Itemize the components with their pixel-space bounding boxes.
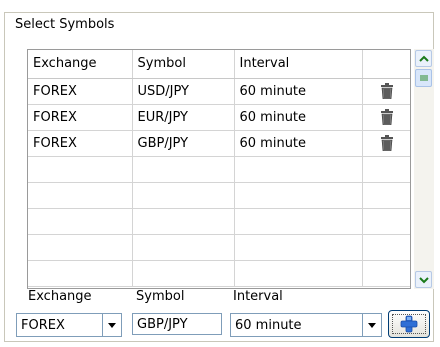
empty-row [28,208,410,235]
cell-exchange: FOREX [28,78,133,105]
exchange-label: Exchange [28,289,92,304]
header-interval[interactable]: Interval [234,50,363,79]
trash-icon[interactable] [380,83,394,99]
caret-down-icon [108,322,116,328]
cell-interval: 60 minute [234,104,363,131]
cell-exchange: FOREX [28,130,133,157]
header-exchange[interactable]: Exchange [28,50,133,79]
add-button-focus [392,314,426,334]
vertical-scrollbar[interactable] [414,49,434,289]
cell-symbol: EUR/JPY [132,104,235,131]
grip-icon [419,75,428,81]
scroll-thumb[interactable] [415,69,432,87]
plus-icon [400,315,418,333]
caret-down-icon [368,322,376,328]
interval-label: Interval [233,289,283,304]
group-title: Select Symbols [13,17,117,33]
empty-row [28,260,410,287]
header-actions [362,50,410,79]
symbol-input[interactable]: GBP/JPY [132,313,222,335]
empty-row [28,234,410,261]
interval-select[interactable]: 60 minute [230,313,382,337]
add-symbol-button[interactable] [388,310,430,338]
exchange-dropdown-button[interactable] [102,314,121,336]
scroll-up-button[interactable] [415,50,432,67]
cell-symbol: GBP/JPY [132,130,235,157]
chevron-down-icon [418,276,429,283]
exchange-select-value: FOREX [21,317,65,333]
delete-button[interactable] [362,79,410,105]
trash-icon[interactable] [380,135,394,151]
delete-button[interactable] [362,105,410,131]
trash-icon[interactable] [380,109,394,125]
empty-row [28,156,410,183]
symbols-grid: Exchange Symbol Interval FOREX USD/JPY 6… [27,49,411,289]
delete-button[interactable] [362,131,410,157]
grid-header-row: Exchange Symbol Interval [28,50,410,79]
chevron-up-icon [418,55,429,62]
cell-interval: 60 minute [234,78,363,105]
interval-dropdown-button[interactable] [362,314,381,336]
cell-interval: 60 minute [234,130,363,157]
table-row[interactable]: FOREX EUR/JPY 60 minute [28,104,410,131]
table-row[interactable]: FOREX USD/JPY 60 minute [28,78,410,105]
empty-row [28,182,410,209]
interval-select-value: 60 minute [235,317,302,333]
cell-symbol: USD/JPY [132,78,235,105]
header-symbol[interactable]: Symbol [132,50,235,79]
cell-exchange: FOREX [28,104,133,131]
table-row[interactable]: FOREX GBP/JPY 60 minute [28,130,410,157]
exchange-select[interactable]: FOREX [16,313,122,337]
symbol-label: Symbol [136,289,185,304]
scroll-down-button[interactable] [415,271,432,288]
